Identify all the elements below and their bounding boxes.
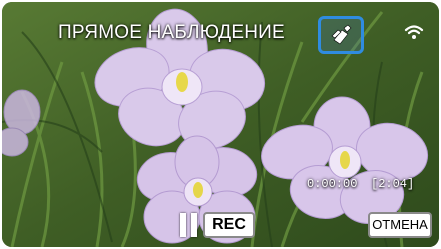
- live-view-screen: ПРЯМОЕ НАБЛЮДЕНИЕ 0:00:00 [2:04] REC ОТМ…: [2, 2, 439, 247]
- rec-button[interactable]: REC: [203, 212, 255, 238]
- page-title: ПРЯМОЕ НАБЛЮДЕНИЕ: [58, 22, 285, 43]
- pause-icon[interactable]: [180, 213, 202, 237]
- nfc-button[interactable]: [318, 16, 364, 54]
- elapsed-time: 0:00:00: [307, 177, 358, 191]
- remaining-time: [2:04]: [371, 177, 415, 191]
- cancel-button[interactable]: ОТМЕНА: [368, 212, 432, 238]
- nfc-icon: [331, 24, 352, 45]
- wifi-signal-icon: [404, 25, 424, 39]
